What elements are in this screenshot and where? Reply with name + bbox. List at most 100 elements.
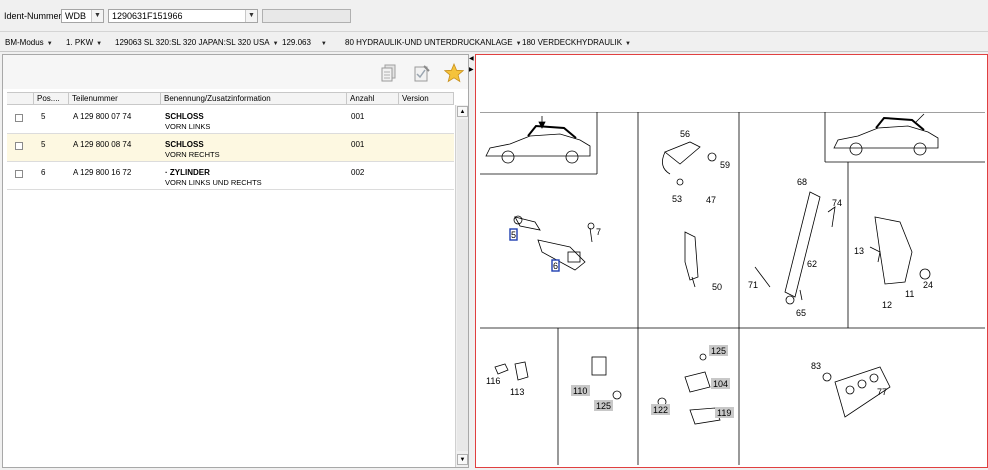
nav-item-label: 80 HYDRAULIK-UND UNTERDRUCKANLAGE: [345, 38, 513, 47]
breadcrumb: BM-Modus ▼ 1. PKW ▼ 129063 SL 320:SL 320 J…: [0, 33, 988, 52]
callout-122[interactable]: 122: [653, 405, 668, 415]
row-quantity: 001: [351, 140, 365, 149]
parts-list-panel: Pos.... Teilenummer Benennung/Zusatzinfo…: [2, 54, 469, 468]
chevron-down-icon: ▼: [272, 41, 279, 47]
callout-50[interactable]: 50: [712, 282, 722, 292]
row-info: VORN RECHTS: [165, 150, 220, 159]
scroll-up-icon[interactable]: ▲: [457, 106, 468, 117]
callout-24[interactable]: 24: [923, 280, 933, 290]
nav-item-model-code[interactable]: 129.063 ▼: [282, 38, 327, 47]
row-checkbox[interactable]: [15, 114, 23, 122]
callout-47[interactable]: 47: [706, 195, 716, 205]
chevron-down-icon[interactable]: ▼: [91, 10, 103, 22]
collapse-left-icon[interactable]: ◀: [469, 55, 474, 62]
callout-68[interactable]: 68: [797, 177, 807, 187]
callout-56[interactable]: 56: [680, 129, 690, 139]
parts-table-header: Pos.... Teilenummer Benennung/Zusatzinfo…: [7, 92, 454, 105]
row-pos: 5: [41, 112, 46, 121]
chevron-down-icon: ▼: [96, 41, 103, 47]
row-info: VORN LINKS: [165, 122, 211, 131]
nav-item-label: 180 VERDECKHYDRAULIK: [522, 38, 623, 47]
favorite-star-icon[interactable]: [444, 63, 464, 83]
callout-13[interactable]: 13: [854, 246, 864, 256]
callout-104[interactable]: 104: [713, 379, 728, 389]
callout-selected-5[interactable]: 5: [511, 230, 516, 240]
header-checkbox-col: [7, 93, 34, 105]
callout-125-left[interactable]: 125: [596, 401, 611, 411]
row-part-number: A 129 800 07 74: [73, 112, 132, 121]
callout-71[interactable]: 71: [748, 280, 758, 290]
callout-11[interactable]: 11: [905, 289, 914, 299]
callout-74[interactable]: 74: [832, 198, 842, 208]
callout-116[interactable]: 116: [486, 376, 500, 386]
nav-item-label: BM-Modus: [5, 38, 44, 47]
row-info: VORN LINKS UND RECHTS: [165, 178, 262, 187]
row-description: SCHLOSS VORN LINKS: [165, 112, 210, 131]
nav-item-label: 129063 SL 320:SL 320 JAPAN:SL 320 USA: [115, 38, 270, 47]
parts-diagram[interactable]: 56 59 53 47 68 74 62 71 65 7 50 13 11 24…: [480, 112, 985, 465]
parts-toolbar: [3, 55, 468, 89]
row-name: · ZYLINDER: [165, 168, 210, 177]
row-pos: 6: [41, 168, 46, 177]
table-row[interactable]: 5 A 129 800 07 74 SCHLOSS VORN LINKS 001: [7, 106, 454, 134]
ident-prefix-value: WDB: [65, 11, 86, 21]
table-row[interactable]: 5 A 129 800 08 74 SCHLOSS VORN RECHTS 00…: [7, 134, 454, 162]
car-silhouette-left: [485, 116, 591, 164]
row-description: · ZYLINDER VORN LINKS UND RECHTS: [165, 168, 262, 187]
row-quantity: 002: [351, 168, 365, 177]
header-pos[interactable]: Pos....: [34, 93, 69, 105]
ident-number-combo[interactable]: 1290631F151966 ▼: [108, 9, 258, 23]
ident-label: Ident-Nummer: [4, 11, 62, 21]
callout-53[interactable]: 53: [672, 194, 682, 204]
table-row[interactable]: 6 A 129 800 16 72 · ZYLINDER VORN LINKS …: [7, 162, 454, 190]
car-silhouette-right: [833, 113, 939, 156]
header-description[interactable]: Benennung/Zusatzinformation: [161, 93, 347, 105]
ident-prefix-select[interactable]: WDB ▼: [61, 9, 104, 23]
chevron-down-icon: ▼: [46, 41, 53, 47]
callout-125-right[interactable]: 125: [711, 346, 726, 356]
nav-item-label: 129.063: [282, 38, 311, 47]
callout-62[interactable]: 62: [807, 259, 817, 269]
nav-item-group[interactable]: 80 HYDRAULIK-UND UNTERDRUCKANLAGE ▼: [345, 38, 522, 47]
row-pos: 5: [41, 140, 46, 149]
scroll-down-icon[interactable]: ▼: [457, 454, 468, 465]
callout-110[interactable]: 110: [573, 386, 587, 396]
edit-note-icon[interactable]: [413, 64, 431, 82]
callout-12[interactable]: 12: [882, 300, 892, 310]
row-name: SCHLOSS: [165, 140, 204, 149]
row-checkbox[interactable]: [15, 170, 23, 178]
callout-59[interactable]: 59: [720, 160, 730, 170]
callout-113[interactable]: 113: [510, 387, 524, 397]
chevron-down-icon: ▼: [320, 41, 327, 47]
row-name: SCHLOSS: [165, 112, 204, 121]
nav-item-bm-modus[interactable]: BM-Modus ▼: [5, 38, 53, 47]
ident-number-value: 1290631F151966: [112, 11, 183, 21]
ident-extra-field[interactable]: [262, 9, 351, 23]
callout-65[interactable]: 65: [796, 308, 806, 318]
ident-bar: Ident-Nummer WDB ▼ 1290631F151966 ▼: [0, 0, 988, 32]
callout-selected-6[interactable]: 6: [553, 261, 558, 271]
nav-item-subgroup[interactable]: 180 VERDECKHYDRAULIK ▼: [522, 38, 631, 47]
row-part-number: A 129 800 16 72: [73, 168, 132, 177]
row-part-number: A 129 800 08 74: [73, 140, 132, 149]
chevron-down-icon: ▼: [625, 41, 631, 47]
header-quantity[interactable]: Anzahl: [347, 93, 399, 105]
header-version[interactable]: Version: [399, 93, 454, 105]
row-description: SCHLOSS VORN RECHTS: [165, 140, 220, 159]
chevron-down-icon: ▼: [515, 41, 522, 47]
header-part-number[interactable]: Teilenummer: [69, 93, 161, 105]
callout-7[interactable]: 7: [596, 227, 601, 237]
vertical-scrollbar[interactable]: ▲ ▼: [455, 105, 468, 467]
callout-83[interactable]: 83: [811, 361, 821, 371]
callout-77[interactable]: 77: [877, 387, 887, 397]
row-quantity: 001: [351, 112, 365, 121]
nav-item-model[interactable]: 129063 SL 320:SL 320 JAPAN:SL 320 USA ▼: [115, 38, 279, 47]
nav-item-pkw[interactable]: 1. PKW ▼: [66, 38, 102, 47]
exploded-diagram-panel: 56 59 53 47 68 74 62 71 65 7 50 13 11 24…: [475, 54, 988, 468]
row-checkbox[interactable]: [15, 142, 23, 150]
chevron-down-icon[interactable]: ▼: [245, 10, 257, 22]
scroll-track[interactable]: [457, 119, 468, 451]
callout-119[interactable]: 119: [717, 408, 731, 418]
copy-icon[interactable]: [380, 64, 398, 82]
collapse-right-icon[interactable]: ▶: [469, 66, 474, 73]
